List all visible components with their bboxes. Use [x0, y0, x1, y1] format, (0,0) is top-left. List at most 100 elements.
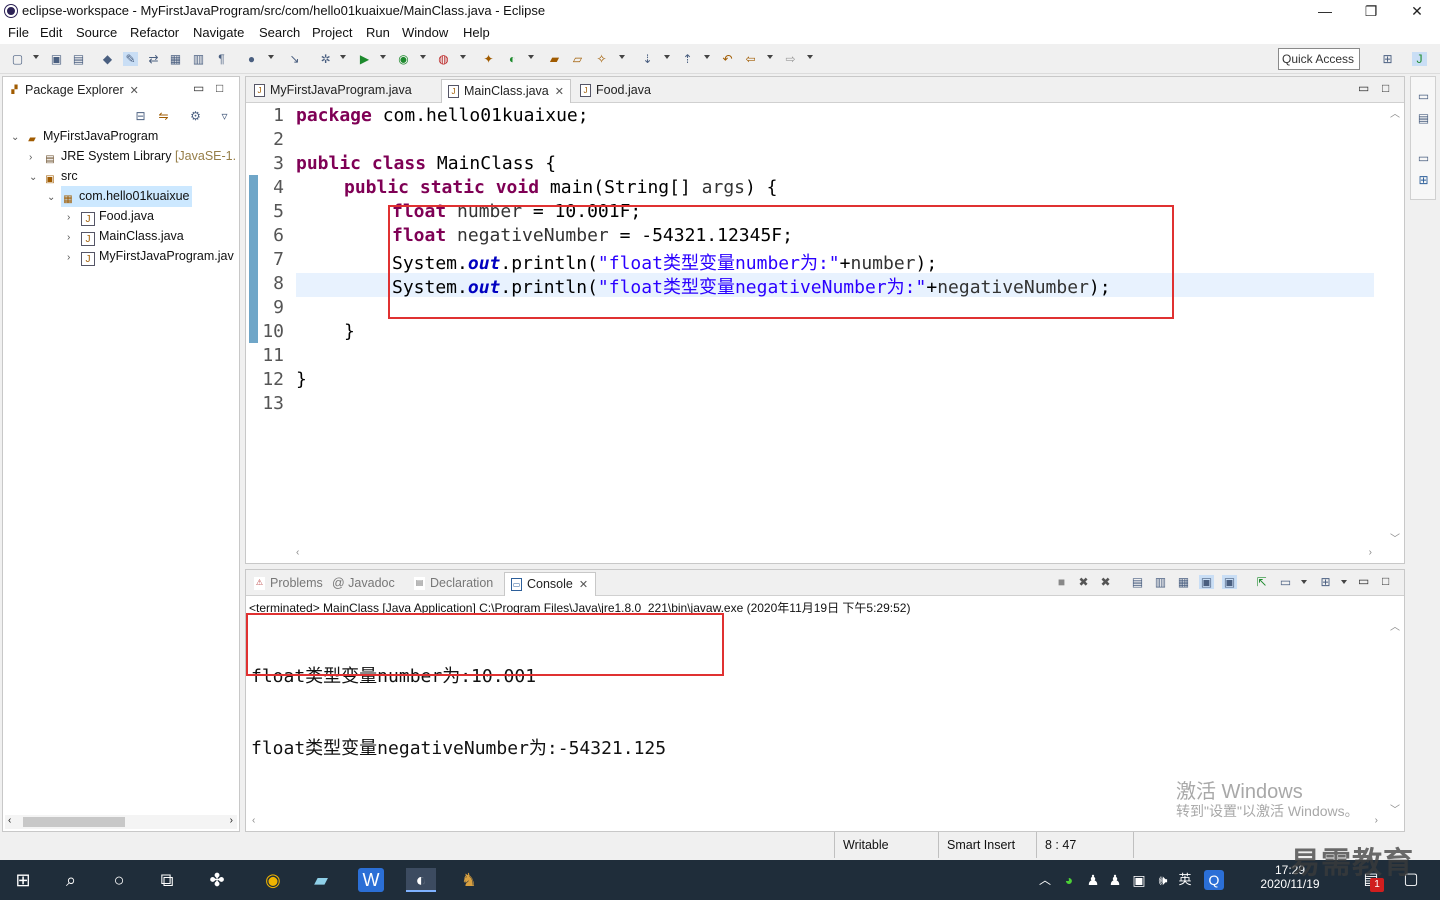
close-icon[interactable]: ✕ [579, 579, 588, 591]
dropdown-arrow-icon[interactable] [380, 55, 386, 59]
menu-window[interactable]: Window [402, 25, 448, 40]
network-icon[interactable]: ▣ [1126, 868, 1152, 892]
pilcrow-icon[interactable]: ¶ [214, 52, 229, 66]
open-folder-icon[interactable]: ▰ [547, 52, 562, 66]
scroll-down-icon[interactable]: ﹀ [1390, 801, 1400, 816]
tree-item-food[interactable]: › J Food.java [67, 206, 154, 226]
close-icon[interactable]: ✕ [555, 86, 564, 98]
scroll-down-icon[interactable]: ﹀ [1390, 530, 1400, 545]
pin-console-icon[interactable]: ⇱ [1254, 575, 1269, 589]
menu-refactor[interactable]: Refactor [130, 25, 179, 40]
app-pinwheel-icon[interactable]: ✤ [204, 868, 230, 892]
debug-record-icon[interactable]: ● [244, 52, 259, 66]
tree-item-mainclass[interactable]: › J MainClass.java [67, 226, 184, 246]
scroll-lock-icon[interactable]: ▥ [1153, 575, 1168, 589]
menu-run[interactable]: Run [366, 25, 390, 40]
scroll-up-icon[interactable]: ︿ [1390, 618, 1400, 633]
dropdown-arrow-icon[interactable] [528, 55, 534, 59]
collapse-all-icon[interactable]: ⊟ [133, 109, 148, 123]
status-insert-mode[interactable]: Smart Insert [938, 832, 1036, 858]
maximize-view-icon[interactable]: □ [1382, 574, 1389, 588]
tree-item-project[interactable]: ⌄ ▰ MyFirstJavaProgram [11, 126, 158, 146]
mark-occurrences-icon[interactable]: ✎ [123, 52, 138, 66]
save-icon[interactable]: ▣ [49, 52, 64, 66]
scroll-left-icon[interactable]: ‹ [252, 815, 255, 826]
open-perspective-icon[interactable]: ⊞ [1380, 52, 1395, 66]
dropdown-arrow-icon[interactable] [420, 55, 426, 59]
menu-edit[interactable]: Edit [40, 25, 62, 40]
tray-chevron-icon[interactable]: ︿ [1032, 868, 1058, 892]
task-list-icon[interactable]: ▤ [1416, 111, 1431, 125]
block-select-icon[interactable]: ▦ [168, 52, 183, 66]
notepad-icon[interactable]: ▰ [308, 868, 334, 892]
tab-problems[interactable]: ⚠ Problems [248, 572, 323, 596]
display-console-icon[interactable]: ▭ [1278, 575, 1293, 589]
maximize-button[interactable]: ❐ [1348, 0, 1394, 22]
scroll-right-icon[interactable]: › [230, 815, 233, 826]
show-on-stdout-icon[interactable]: ▣ [1199, 575, 1214, 589]
editor-horizontal-scrollbar[interactable]: ‹ › [294, 547, 1374, 561]
last-edit-icon[interactable]: ↶ [720, 52, 735, 66]
open-console-icon[interactable]: ⊞ [1318, 575, 1333, 589]
maximize-view-icon[interactable]: □ [1382, 81, 1389, 95]
chrome-icon[interactable]: ◉ [260, 868, 286, 892]
restore-view-icon[interactable]: ▭ [1416, 151, 1431, 165]
dropdown-arrow-icon[interactable] [664, 55, 670, 59]
coverage-icon[interactable]: ◉ [396, 52, 411, 66]
console-vertical-scrollbar[interactable]: ︿ ﹀ [1388, 618, 1402, 816]
scroll-right-icon[interactable]: › [1369, 547, 1372, 558]
scroll-thumb[interactable] [23, 817, 125, 827]
toggle-icon[interactable]: ⇄ [146, 52, 161, 66]
tree-item-jre[interactable]: › ▤ JRE System Library [JavaSE-1. [29, 146, 236, 166]
menu-source[interactable]: Source [76, 25, 117, 40]
qq-icon[interactable]: ♟ [1102, 868, 1128, 892]
tab-package-explorer[interactable]: ▞ Package Explorer ✕ [3, 79, 139, 103]
external-tools-icon[interactable]: ◍ [436, 52, 451, 66]
dropdown-arrow-icon[interactable] [704, 55, 710, 59]
minimize-view-icon[interactable]: ▭ [1358, 81, 1369, 95]
dropdown-arrow-icon[interactable] [807, 55, 813, 59]
new-package-icon[interactable]: ✦ [481, 52, 496, 66]
wps-writer-icon[interactable]: W [358, 868, 384, 892]
open-task-icon[interactable]: ▱ [570, 52, 585, 66]
menu-help[interactable]: Help [463, 25, 490, 40]
previous-annotation-icon[interactable]: ⇡ [680, 52, 695, 66]
console-horizontal-scrollbar[interactable]: ‹ › [250, 815, 1380, 829]
remove-all-icon[interactable]: ✖ [1098, 575, 1113, 589]
outline-icon[interactable]: ⊞ [1416, 173, 1431, 187]
wechat-icon[interactable]: ◕ [1056, 868, 1082, 892]
horizontal-scrollbar[interactable]: ‹ › [5, 815, 237, 829]
link-editor-icon[interactable]: ⇋ [156, 109, 171, 123]
forward-icon[interactable]: ⇨ [783, 52, 798, 66]
task-view-icon[interactable]: ⧉ [154, 868, 180, 892]
editor-vertical-scrollbar[interactable]: ︿ ﹀ [1388, 105, 1402, 545]
app-figure-icon[interactable]: ♞ [456, 868, 482, 892]
menu-search[interactable]: Search [259, 25, 300, 40]
java-perspective-icon[interactable]: J [1412, 52, 1427, 66]
new-class-icon[interactable]: ◐ [505, 52, 520, 66]
menu-file[interactable]: File [8, 25, 29, 40]
tree-item-myfirstjavaprogram[interactable]: › J MyFirstJavaProgram.jav [67, 246, 239, 266]
quick-access-input[interactable]: Quick Access [1278, 48, 1360, 70]
dropdown-arrow-icon[interactable] [1341, 580, 1347, 584]
dropdown-arrow-icon[interactable] [1301, 580, 1307, 584]
view-menu-icon[interactable]: ⚙ [188, 109, 203, 123]
search-icon[interactable]: ✧ [594, 52, 609, 66]
remove-launch-icon[interactable]: ✖ [1076, 575, 1091, 589]
close-icon[interactable]: ✕ [130, 85, 139, 97]
open-type-icon[interactable]: ◆ [100, 52, 115, 66]
tab-food[interactable]: J Food.java [574, 79, 664, 103]
debug-icon[interactable]: ✲ [318, 52, 333, 66]
dropdown-arrow-icon[interactable] [268, 55, 274, 59]
tencent-q-icon[interactable]: Q [1204, 870, 1224, 890]
dropdown-arrow-icon[interactable] [33, 55, 39, 59]
scroll-right-icon[interactable]: › [1375, 815, 1378, 826]
maximize-view-icon[interactable]: □ [216, 81, 223, 95]
close-button[interactable]: ✕ [1394, 0, 1440, 22]
tab-console[interactable]: ▭ Console ✕ [504, 572, 596, 596]
save-all-icon[interactable]: ▤ [71, 52, 86, 66]
minimize-view-icon[interactable]: ▭ [193, 81, 204, 95]
menu-navigate[interactable]: Navigate [193, 25, 244, 40]
new-icon[interactable]: ▢ [10, 52, 25, 66]
tab-declaration[interactable]: ▤ Declaration [408, 572, 493, 596]
